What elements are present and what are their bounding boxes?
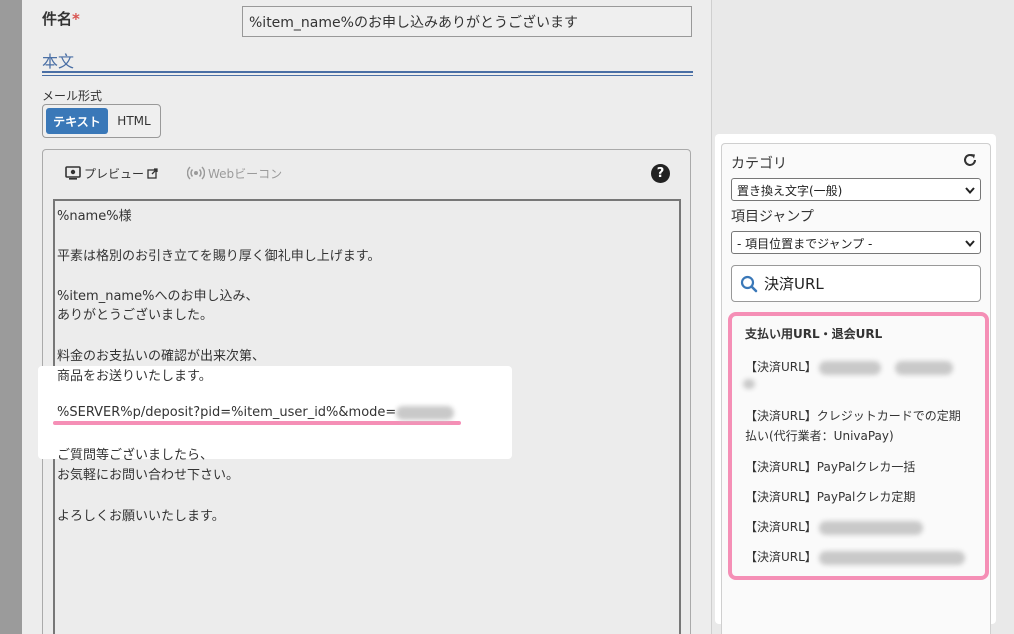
refresh-icon[interactable] xyxy=(962,152,978,168)
redacted-value xyxy=(396,405,455,420)
format-text-button[interactable]: テキスト xyxy=(46,108,108,134)
result-item[interactable]: 【決済URL】 xyxy=(745,548,965,565)
preview-label: プレビュー xyxy=(84,166,145,181)
result-item[interactable]: 【決済URL】クレジットカードでの定期払い(代行業者：UnivaPay) xyxy=(745,406,965,446)
webbeacon-button[interactable]: Webビーコン xyxy=(187,163,282,183)
result-item[interactable]: 【決済URL】 xyxy=(745,518,923,535)
jump-select-value: - 項目位置までジャンプ - xyxy=(737,237,873,251)
section-divider-thin xyxy=(42,75,693,76)
monitor-icon xyxy=(65,166,81,180)
result-item[interactable]: 【決済URL】 xyxy=(745,358,953,375)
redacted-value xyxy=(818,520,923,535)
help-icon[interactable]: ? xyxy=(651,164,670,183)
body-line: 商品をお送りいたします。 xyxy=(57,369,212,384)
category-select-value: 置き換え文字(一般) xyxy=(737,184,843,198)
body-line: 平素は格別のお引き立てを賜り厚く御礼申し上げます。 xyxy=(57,249,381,264)
result-item[interactable]: 【決済URL】PayPalクレカ一括 xyxy=(745,458,915,475)
search-value: 決済URL xyxy=(764,275,824,293)
mail-format-label: メール形式 xyxy=(42,89,103,103)
redacted-value xyxy=(818,360,881,375)
external-link-icon xyxy=(147,167,158,179)
chevron-down-icon xyxy=(965,240,975,248)
deposit-url-line: %SERVER%p/deposit?pid=%item_user_id%&mod… xyxy=(57,405,455,420)
preview-button[interactable]: プレビュー xyxy=(65,163,158,183)
search-results-list xyxy=(728,312,989,580)
search-icon xyxy=(740,275,758,292)
body-line: %name%様 xyxy=(57,209,132,224)
body-line: 料金のお支払いの確認が出来次第、 xyxy=(57,349,266,364)
results-group-heading: 支払い用URL・退会URL xyxy=(745,327,883,341)
highlight-underline xyxy=(53,421,461,425)
body-line: %item_name%へのお申し込み、 xyxy=(57,289,259,304)
required-mark: * xyxy=(72,10,80,28)
section-divider xyxy=(42,71,693,73)
category-select[interactable]: 置き換え文字(一般) xyxy=(731,178,981,201)
body-line: ありがとうございました。 xyxy=(57,308,214,323)
chevron-down-icon xyxy=(965,187,975,195)
format-html-button[interactable]: HTML xyxy=(112,108,156,134)
body-line: ご質問等ございましたら、 xyxy=(57,448,214,463)
redacted-value xyxy=(818,550,965,565)
redacted-value xyxy=(894,360,953,375)
section-title-body: 本文 xyxy=(42,52,75,71)
subject-input[interactable]: %item_name%のお申し込みありがとうございます xyxy=(242,6,692,37)
broadcast-icon xyxy=(187,166,205,180)
search-input[interactable]: 決済URL xyxy=(731,265,981,302)
result-item[interactable]: 【決済URL】PayPalクレカ定期 xyxy=(745,488,915,505)
subject-label: 件名* xyxy=(42,10,80,28)
deposit-url-text: %SERVER%p/deposit?pid=%item_user_id%&mod… xyxy=(57,405,397,420)
redacted-value xyxy=(743,379,755,389)
category-label: カテゴリ xyxy=(731,156,787,172)
mail-format-toggle: テキスト HTML xyxy=(42,104,161,138)
jump-label: 項目ジャンプ xyxy=(731,209,814,225)
body-line: よろしくお願いいたします。 xyxy=(57,509,225,524)
body-line: お気軽にお問い合わせ下さい。 xyxy=(57,468,240,483)
webbeacon-label: Webビーコン xyxy=(208,166,283,181)
jump-select[interactable]: - 項目位置までジャンプ - xyxy=(731,231,981,254)
